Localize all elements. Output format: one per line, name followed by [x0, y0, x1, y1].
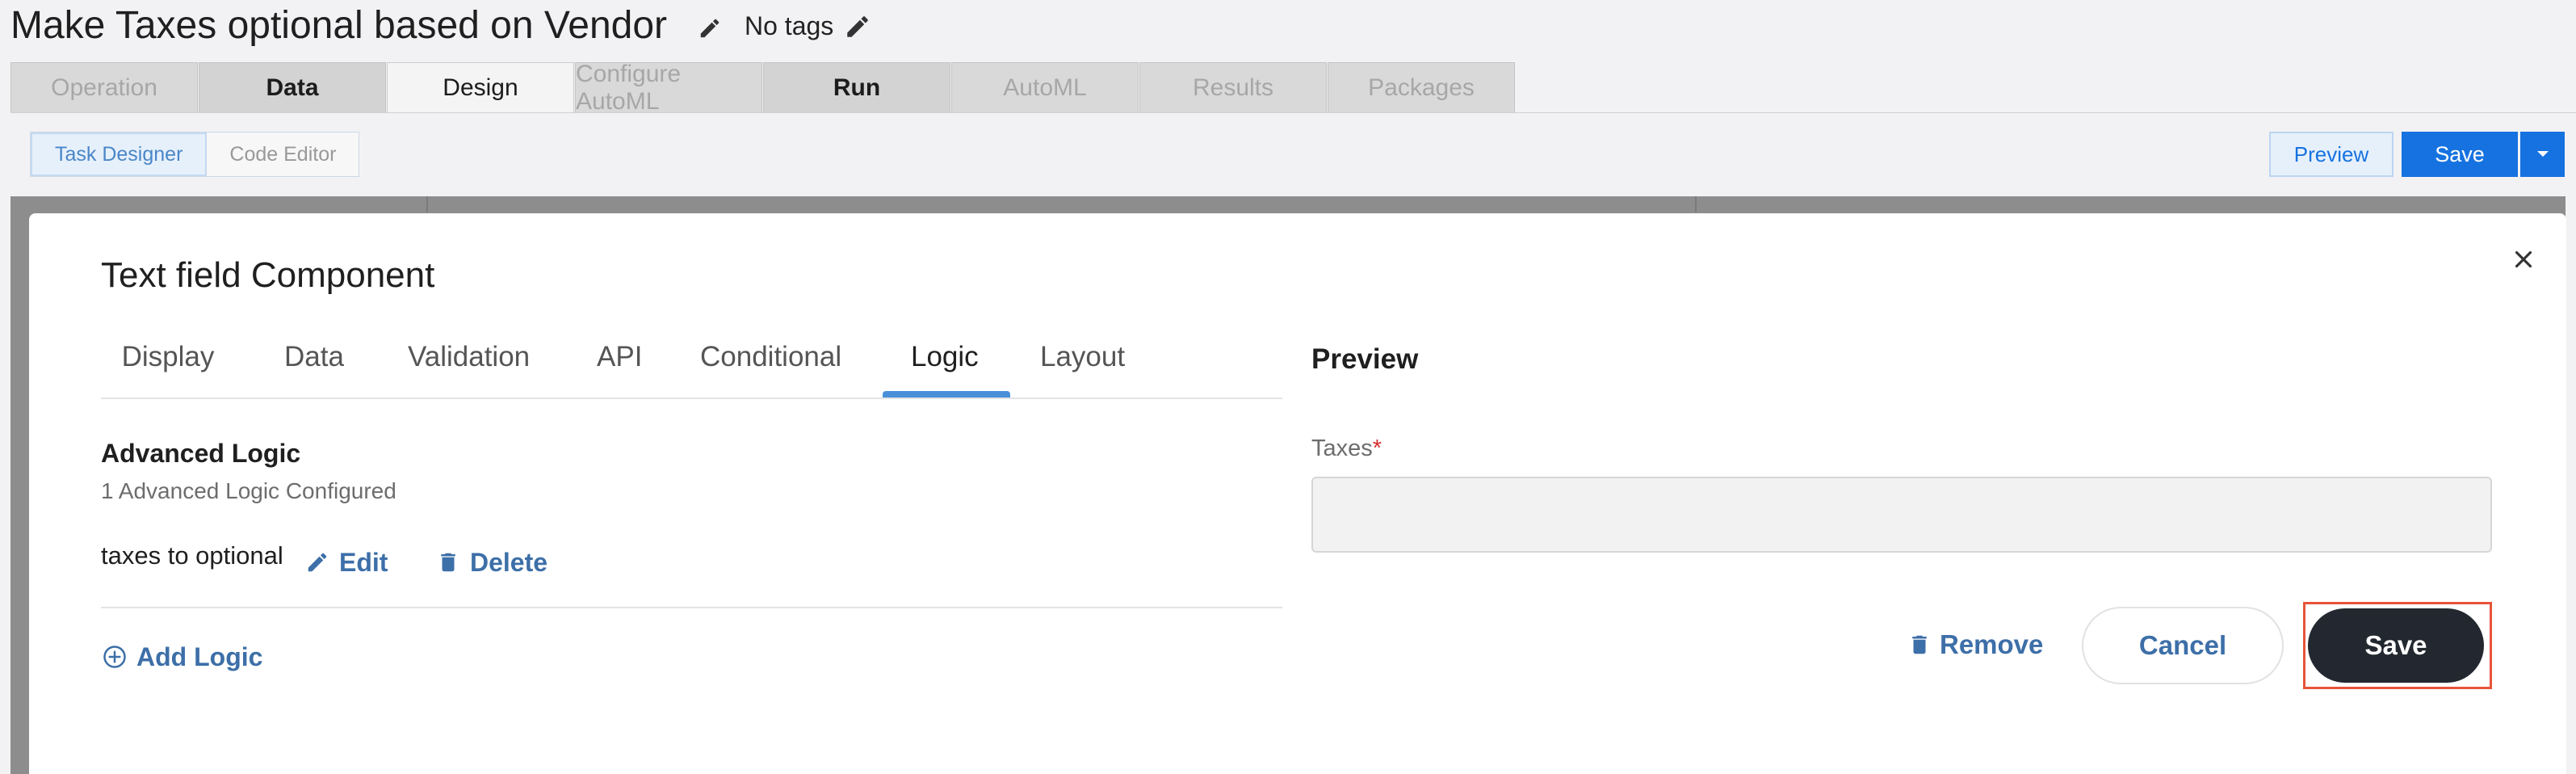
edit-tags-pencil-icon[interactable] — [844, 13, 871, 40]
caret-down-icon — [2536, 151, 2549, 157]
editor-mode-toggle: Task Designer Code Editor — [30, 132, 360, 177]
tab-design[interactable]: Design — [387, 62, 574, 113]
tab-configure-automl: Configure AutoML — [575, 61, 762, 115]
taxes-input[interactable] — [1311, 477, 2492, 553]
component-tabs-divider — [101, 398, 1282, 399]
tab-component-data[interactable]: Data — [284, 331, 344, 399]
required-marker: * — [1372, 435, 1382, 461]
tab-packages: Packages — [1328, 62, 1515, 112]
tab-conditional[interactable]: Conditional — [700, 331, 841, 399]
preview-button[interactable]: Preview — [2269, 132, 2393, 177]
add-logic-button[interactable]: Add Logic — [103, 641, 262, 673]
tab-automl: AutoML — [951, 62, 1139, 112]
toolbar-save-button[interactable]: Save — [2402, 132, 2518, 177]
tabs-divider — [10, 112, 2576, 113]
save-highlight-box — [2303, 602, 2492, 689]
trash-icon — [1912, 635, 1927, 654]
preview-heading: Preview — [1311, 343, 1419, 375]
tab-layout[interactable]: Layout — [1040, 331, 1125, 399]
logic-item-name: taxes to optional — [101, 541, 283, 570]
task-designer-button[interactable]: Task Designer — [31, 133, 208, 176]
taxes-label-text: Taxes — [1311, 435, 1373, 461]
advanced-logic-count: 1 Advanced Logic Configured — [101, 478, 396, 503]
save-options-button[interactable] — [2520, 132, 2565, 177]
trash-icon — [441, 553, 455, 572]
code-editor-button[interactable]: Code Editor — [207, 133, 359, 176]
advanced-logic-heading: Advanced Logic — [101, 439, 301, 468]
remove-label: Remove — [1940, 629, 2044, 659]
app-root: Make Taxes optional based on Vendor No t… — [0, 0, 2576, 774]
pencil-icon — [308, 553, 327, 572]
modal-title: Text field Component — [101, 255, 435, 295]
tab-data[interactable]: Data — [199, 62, 386, 112]
edit-title-pencil-icon[interactable] — [698, 16, 722, 40]
tags-label: No tags — [745, 11, 834, 40]
close-icon[interactable] — [2510, 246, 2537, 273]
delete-logic-button[interactable]: Delete — [436, 546, 548, 578]
page-title: Make Taxes optional based on Vendor — [10, 4, 668, 47]
tab-display[interactable]: Display — [122, 331, 215, 399]
add-logic-label: Add Logic — [136, 641, 263, 671]
backdrop-column-line — [1695, 196, 1697, 212]
component-tabs: Display Data Validation API Conditional … — [101, 331, 1282, 399]
tab-logic[interactable]: Logic — [911, 331, 979, 399]
tab-results: Results — [1139, 62, 1327, 112]
active-tab-indicator — [883, 391, 1010, 398]
main-tabs: Operation Data Design Configure AutoML R… — [10, 61, 1516, 115]
taxes-field-label: Taxes* — [1311, 435, 1382, 462]
edit-logic-button[interactable]: Edit — [305, 546, 388, 578]
plus-circle-icon — [103, 646, 126, 668]
backdrop-column-line — [426, 196, 428, 212]
tab-operation: Operation — [10, 62, 198, 112]
edit-logic-label: Edit — [339, 547, 388, 577]
cancel-button[interactable]: Cancel — [2082, 607, 2284, 684]
page-header: Make Taxes optional based on Vendor No t… — [0, 0, 2576, 61]
tab-run[interactable]: Run — [763, 62, 950, 112]
delete-logic-label: Delete — [470, 547, 548, 577]
tab-validation[interactable]: Validation — [408, 331, 530, 399]
tab-api[interactable]: API — [597, 331, 642, 399]
remove-component-button[interactable]: Remove — [1907, 629, 2043, 661]
logic-divider — [101, 607, 1282, 608]
